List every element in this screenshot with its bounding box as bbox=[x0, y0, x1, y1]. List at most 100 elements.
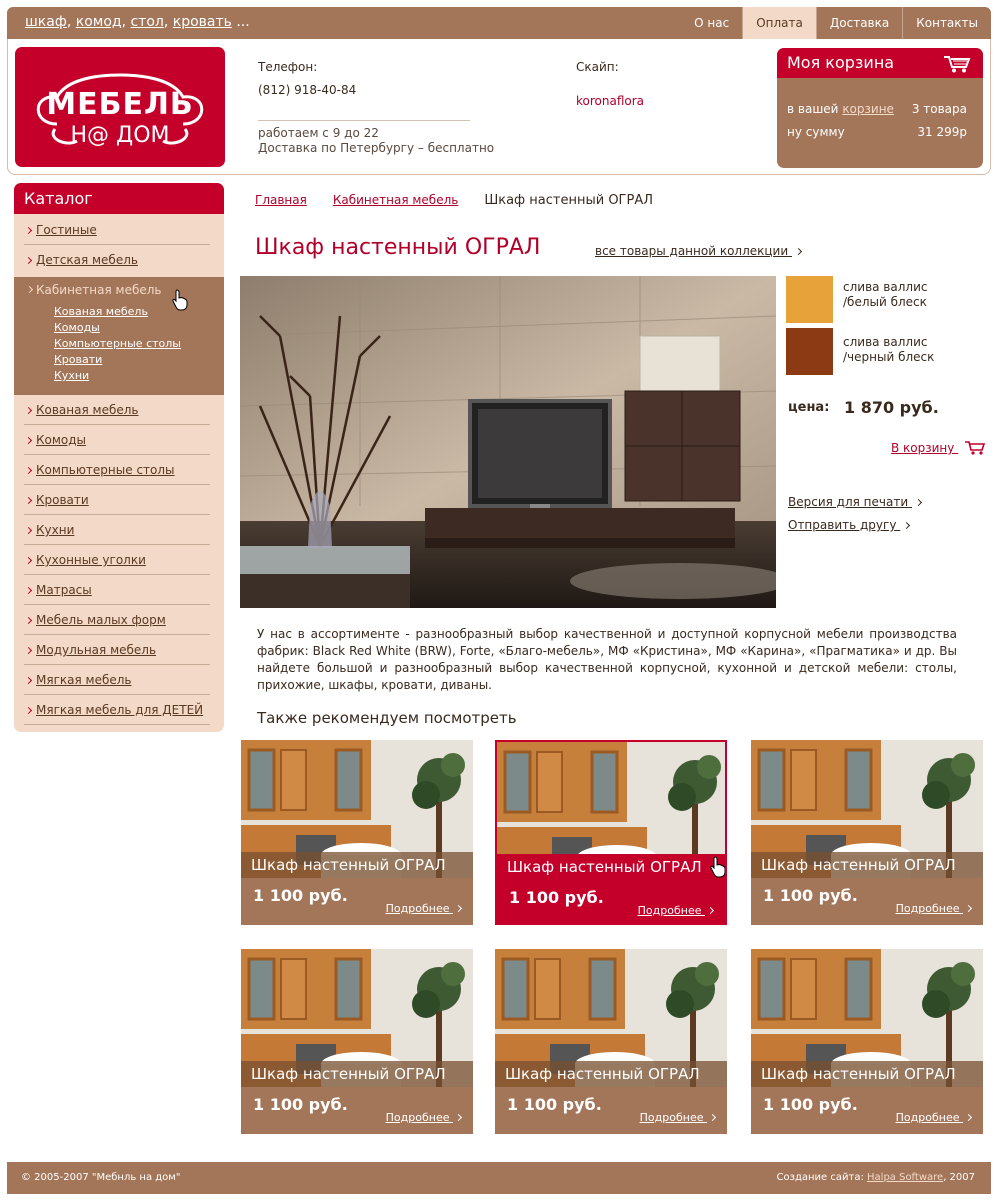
sidebar-item[interactable]: Кровати bbox=[24, 485, 210, 515]
sidebar-item[interactable]: Компьютерные столы bbox=[24, 455, 210, 485]
cart-title: Моя корзина bbox=[787, 53, 895, 72]
sidebar-subitem[interactable]: Кухни bbox=[54, 369, 89, 382]
chevron-right-icon bbox=[964, 904, 973, 913]
card-title[interactable]: Шкаф настенный ОГРАЛ bbox=[241, 1061, 473, 1087]
product-description: У нас в ассортименте - разнообразный выб… bbox=[257, 627, 957, 692]
swatch-label: слива валлис/черный блеск bbox=[843, 335, 935, 364]
sidebar-subitem[interactable]: Компьютерные столы bbox=[54, 337, 181, 350]
sidebar-item[interactable]: Модульная мебель bbox=[24, 635, 210, 665]
product-card[interactable]: Шкаф настенный ОГРАЛ 1 100 руб. Подробнее bbox=[495, 949, 727, 1134]
breadcrumb-current: Шкаф настенный ОГРАЛ bbox=[484, 193, 653, 208]
recommend-title: Также рекомендуем посмотреть bbox=[257, 709, 517, 727]
swatch-label: слива валлис/белый блеск bbox=[843, 280, 928, 309]
tag-link[interactable]: шкаф bbox=[25, 14, 67, 30]
hand-cursor-icon bbox=[172, 289, 188, 311]
product-image bbox=[240, 276, 776, 608]
chevron-right-icon bbox=[24, 526, 33, 535]
cart-link[interactable]: корзине bbox=[842, 102, 894, 116]
sidebar-item[interactable]: Матрасы bbox=[24, 575, 210, 605]
sidebar-item[interactable]: Мебель малых форм bbox=[24, 605, 210, 635]
card-more-link[interactable]: Подробнее bbox=[638, 904, 715, 917]
cart-box: Моя корзина в вашей корзине 3 товара ну … bbox=[777, 48, 983, 168]
card-title[interactable]: Шкаф настенный ОГРАЛ bbox=[241, 852, 473, 878]
nav-about[interactable]: О нас bbox=[681, 7, 742, 39]
hours-info: работаем с 9 до 22 Доставка по Петербург… bbox=[258, 126, 494, 156]
sidebar-subitem[interactable]: Комоды bbox=[54, 321, 100, 334]
price-label: цена: bbox=[788, 400, 830, 415]
phone-number: 918-40-84 bbox=[294, 83, 357, 97]
chevron-right-icon bbox=[24, 226, 33, 235]
card-price: 1 100 руб. bbox=[507, 1095, 602, 1114]
header: МЕБЕЛЬ Н@ ДОМ Телефон: (812) 918-40-84 р… bbox=[7, 39, 991, 175]
sidebar-subitem[interactable]: Кованая мебель bbox=[54, 305, 148, 318]
tag-link[interactable]: комод bbox=[76, 14, 122, 30]
card-price: 1 100 руб. bbox=[763, 886, 858, 905]
breadcrumb-section[interactable]: Кабинетная мебель bbox=[333, 193, 458, 208]
card-more-link[interactable]: Подробнее bbox=[896, 1111, 973, 1124]
working-hours: работаем с 9 до 22 bbox=[258, 126, 379, 140]
catalog-sidebar: Каталог Гостиные Детская мебель Кабинетн… bbox=[14, 183, 224, 732]
site-credit: Создание сайта: Halpa Software, 2007 bbox=[776, 1172, 975, 1183]
nav-delivery[interactable]: Доставка bbox=[815, 7, 902, 39]
card-more-link[interactable]: Подробнее bbox=[386, 1111, 463, 1124]
nav-contacts[interactable]: Контакты bbox=[902, 7, 991, 39]
send-to-friend-link[interactable]: Отправить другу bbox=[788, 518, 911, 532]
product-card[interactable]: Шкаф настенный ОГРАЛ 1 100 руб. Подробнее bbox=[241, 740, 473, 925]
add-to-cart-button[interactable]: В корзину bbox=[891, 437, 986, 455]
product-card[interactable]: Шкаф настенный ОГРАЛ 1 100 руб. Подробнее bbox=[751, 949, 983, 1134]
sidebar-active-section: Кабинетная мебель Кованая мебель Комоды … bbox=[14, 277, 224, 395]
developer-link[interactable]: Halpa Software bbox=[867, 1172, 943, 1183]
shopping-cart-icon[interactable] bbox=[943, 55, 971, 73]
chevron-right-icon bbox=[24, 436, 33, 445]
sidebar-item[interactable]: Детская мебель bbox=[24, 245, 210, 275]
footer: © 2005-2007 "Мебнль на дом" Создание сай… bbox=[7, 1162, 991, 1194]
sidebar-item[interactable]: Кухни bbox=[24, 515, 210, 545]
sidebar-item[interactable]: Гостиные bbox=[24, 215, 210, 245]
logo-text-sub: Н@ ДОМ bbox=[70, 123, 170, 148]
chevron-right-icon bbox=[24, 676, 33, 685]
card-price: 1 100 руб. bbox=[509, 888, 604, 907]
site-logo[interactable]: МЕБЕЛЬ Н@ ДОМ bbox=[15, 47, 225, 167]
card-title[interactable]: Шкаф настенный ОГРАЛ bbox=[751, 1061, 983, 1087]
card-title[interactable]: Шкаф настенный ОГРАЛ bbox=[497, 854, 725, 880]
tag-link[interactable]: кровать bbox=[173, 14, 232, 30]
card-title[interactable]: Шкаф настенный ОГРАЛ bbox=[751, 852, 983, 878]
color-swatch[interactable] bbox=[786, 328, 833, 375]
skype-label: Скайп: bbox=[576, 60, 619, 74]
breadcrumb: Главная Кабинетная мебель Шкаф настенный… bbox=[255, 193, 653, 208]
chevron-right-icon bbox=[708, 1113, 717, 1122]
chevron-right-icon bbox=[24, 706, 33, 715]
cart-items-label: в вашей корзине bbox=[787, 102, 894, 116]
card-more-link[interactable]: Подробнее bbox=[640, 1111, 717, 1124]
sidebar-item[interactable]: Кованая мебель bbox=[24, 395, 210, 425]
chevron-right-icon bbox=[706, 906, 715, 915]
sidebar-item[interactable]: Мягкая мебель bbox=[24, 665, 210, 695]
color-swatch[interactable] bbox=[786, 276, 833, 323]
nav-payment[interactable]: Оплата bbox=[742, 7, 816, 39]
sidebar-item[interactable]: Мягкая мебель для ДЕТЕЙ bbox=[24, 695, 210, 725]
chevron-right-icon bbox=[25, 285, 34, 294]
sidebar-item-active[interactable]: Кабинетная мебель bbox=[36, 283, 161, 297]
shopping-cart-icon bbox=[965, 441, 986, 455]
product-card[interactable]: Шкаф настенный ОГРАЛ 1 100 руб. Подробнее bbox=[495, 740, 727, 925]
catalog-title: Каталог bbox=[14, 183, 224, 214]
chevron-right-icon bbox=[914, 498, 922, 507]
all-collection-link[interactable]: все товары данной коллекции bbox=[595, 244, 803, 258]
sidebar-item[interactable]: Комоды bbox=[24, 425, 210, 455]
print-version-link[interactable]: Версия для печати bbox=[788, 495, 922, 509]
breadcrumb-home[interactable]: Главная bbox=[255, 193, 307, 208]
tag-link[interactable]: стол bbox=[130, 14, 163, 30]
card-more-link[interactable]: Подробнее bbox=[896, 902, 973, 915]
sidebar-subitem[interactable]: Кровати bbox=[54, 353, 102, 366]
card-more-link[interactable]: Подробнее bbox=[386, 902, 463, 915]
top-bar: шкаф, комод, стол, кровать ... О нас Опл… bbox=[7, 7, 991, 39]
phone-code: (812) bbox=[258, 83, 291, 97]
page-title: Шкаф настенный ОГРАЛ bbox=[255, 235, 541, 260]
card-title[interactable]: Шкаф настенный ОГРАЛ bbox=[495, 1061, 727, 1087]
cart-title-bar: Моя корзина bbox=[777, 48, 983, 78]
skype-value[interactable]: koronaflora bbox=[576, 94, 644, 108]
product-card[interactable]: Шкаф настенный ОГРАЛ 1 100 руб. Подробнее bbox=[751, 740, 983, 925]
sidebar-item[interactable]: Кухонные уголки bbox=[24, 545, 210, 575]
tag-links: шкаф, комод, стол, кровать ... bbox=[25, 14, 250, 30]
product-card[interactable]: Шкаф настенный ОГРАЛ 1 100 руб. Подробнее bbox=[241, 949, 473, 1134]
